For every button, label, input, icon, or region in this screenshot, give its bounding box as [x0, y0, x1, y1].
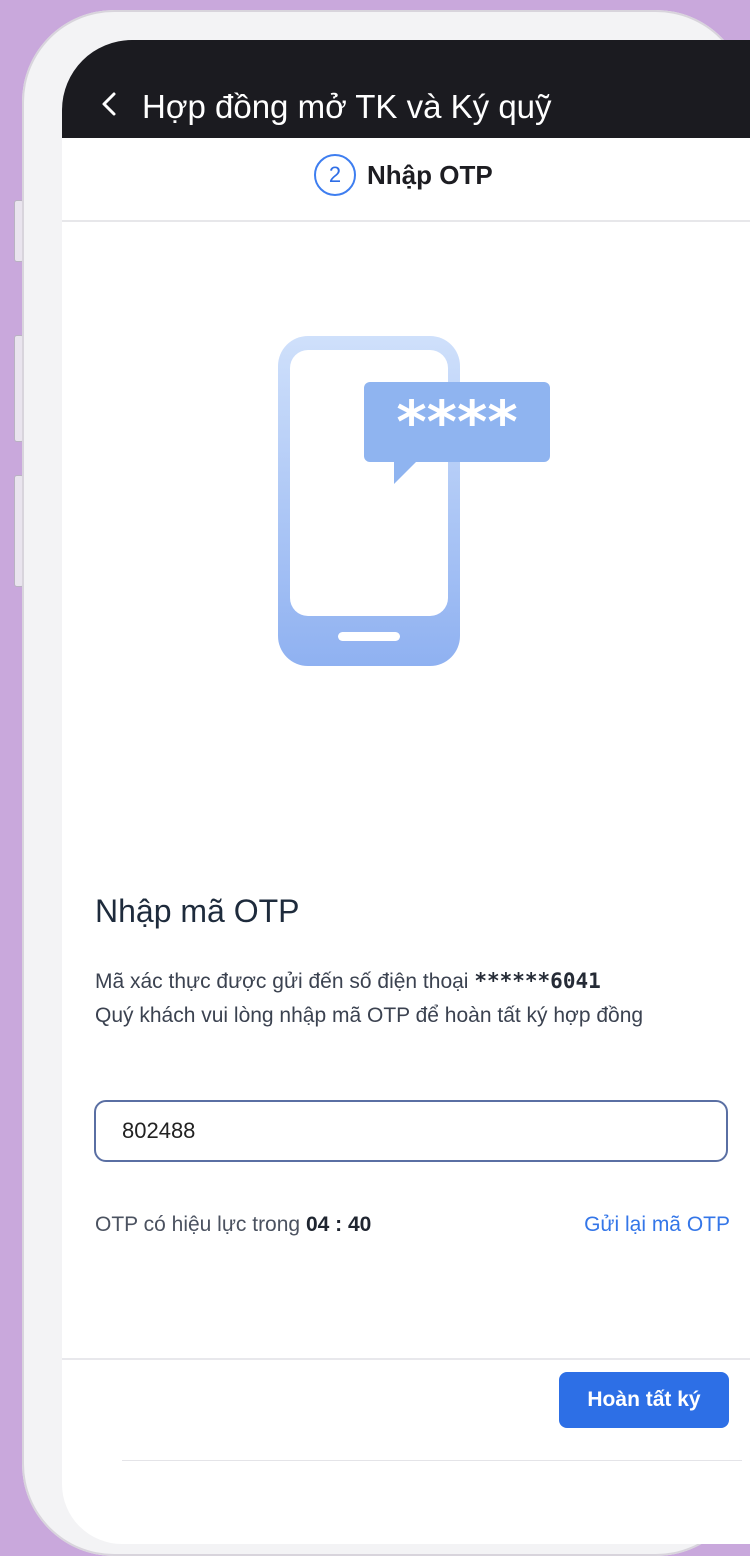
masked-phone: ******6041: [474, 969, 601, 993]
complete-sign-button[interactable]: Hoàn tất ký: [559, 1372, 729, 1428]
footer-divider: [62, 1358, 750, 1360]
footer-divider-bottom: [122, 1460, 742, 1461]
step-indicator: 2 Nhập OTP: [62, 138, 750, 222]
step-number-badge: 2: [314, 154, 356, 196]
bubble-text: ****: [396, 388, 517, 456]
otp-description: Mã xác thực được gửi đến số điện thoại *…: [95, 964, 735, 1033]
app-header: Hợp đồng mở TK và Ký quỹ: [62, 40, 750, 138]
resend-otp-link[interactable]: Gửi lại mã OTP: [584, 1213, 730, 1237]
page-title: Hợp đồng mở TK và Ký quỹ: [142, 88, 552, 125]
step-label: Nhập OTP: [367, 160, 493, 190]
desc-suffix: Quý khách vui lòng nhập mã OTP để hoàn t…: [95, 1004, 644, 1027]
desc-prefix: Mã xác thực được gửi đến số điện thoại: [95, 970, 475, 993]
screen: Hợp đồng mở TK và Ký quỹ 2 Nhập OTP ****…: [62, 40, 750, 1544]
timer-label: OTP có hiệu lực trong: [95, 1213, 306, 1236]
otp-timer: OTP có hiệu lực trong 04 : 40: [95, 1213, 371, 1237]
timer-value: 04 : 40: [305, 1213, 372, 1236]
chevron-left-icon[interactable]: [96, 90, 124, 118]
phone-frame: Hợp đồng mở TK và Ký quỹ 2 Nhập OTP ****…: [22, 10, 750, 1556]
otp-title: Nhập mã OTP: [95, 893, 300, 929]
otp-input[interactable]: [94, 1100, 728, 1162]
phone-message-illustration: ****: [278, 336, 550, 666]
